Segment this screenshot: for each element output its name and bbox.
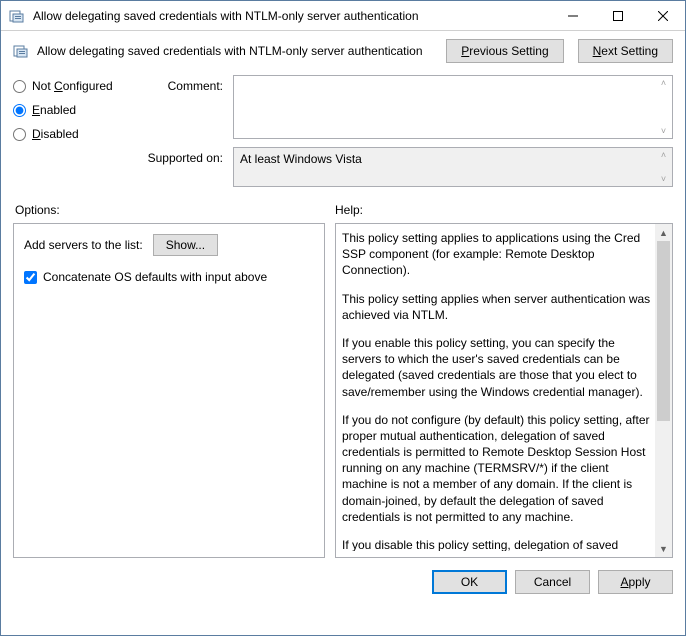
previous-setting-button[interactable]: Previous Setting [446,39,563,63]
radio-not-configured-input[interactable] [13,80,26,93]
concat-checkbox[interactable] [24,271,37,284]
scroll-thumb[interactable] [657,241,670,421]
close-button[interactable] [640,1,685,30]
policy-icon [9,8,25,24]
show-button[interactable]: Show... [153,234,218,256]
state-section: Not Configured Enabled Disabled Comment:… [1,71,685,199]
window-title: Allow delegating saved credentials with … [33,9,550,23]
minimize-button[interactable] [550,1,595,30]
policy-header: Allow delegating saved credentials with … [1,31,685,71]
policy-icon [13,43,29,59]
scroll-up-icon[interactable]: ▲ [655,224,672,241]
concat-label: Concatenate OS defaults with input above [43,270,267,284]
supported-label: Supported on: [143,147,223,187]
titlebar: Allow delegating saved credentials with … [1,1,685,31]
scroll-hint: ˄˅ [655,148,672,186]
state-radios: Not Configured Enabled Disabled [13,75,133,187]
servers-label: Add servers to the list: [24,238,143,252]
next-setting-button[interactable]: Next Setting [578,39,673,63]
options-header: Options: [15,203,335,217]
help-scrollbar[interactable]: ▲ ▼ [655,224,672,557]
ok-button[interactable]: OK [432,570,507,594]
comment-field[interactable]: ˄˅ [233,75,673,139]
policy-title: Allow delegating saved credentials with … [37,44,432,58]
concat-checkbox-row[interactable]: Concatenate OS defaults with input above [24,270,314,284]
help-text: This policy setting applies to applicati… [342,230,654,551]
scroll-hint: ˄˅ [655,76,672,138]
radio-enabled-input[interactable] [13,104,26,117]
supported-value: At least Windows Vista [240,152,362,166]
options-pane: Add servers to the list: Show... Concate… [13,223,325,558]
maximize-button[interactable] [595,1,640,30]
radio-not-configured[interactable]: Not Configured [13,79,133,93]
dialog-buttons: OK Cancel Apply [1,558,685,594]
radio-disabled[interactable]: Disabled [13,127,133,141]
scroll-down-icon[interactable]: ▼ [655,540,672,557]
radio-enabled[interactable]: Enabled [13,103,133,117]
supported-field: At least Windows Vista ˄˅ [233,147,673,187]
pane-headers: Options: Help: [1,199,685,223]
radio-disabled-input[interactable] [13,128,26,141]
help-pane: This policy setting applies to applicati… [335,223,673,558]
comment-label: Comment: [143,75,223,139]
help-header: Help: [335,203,363,217]
apply-button[interactable]: Apply [598,570,673,594]
cancel-button[interactable]: Cancel [515,570,590,594]
